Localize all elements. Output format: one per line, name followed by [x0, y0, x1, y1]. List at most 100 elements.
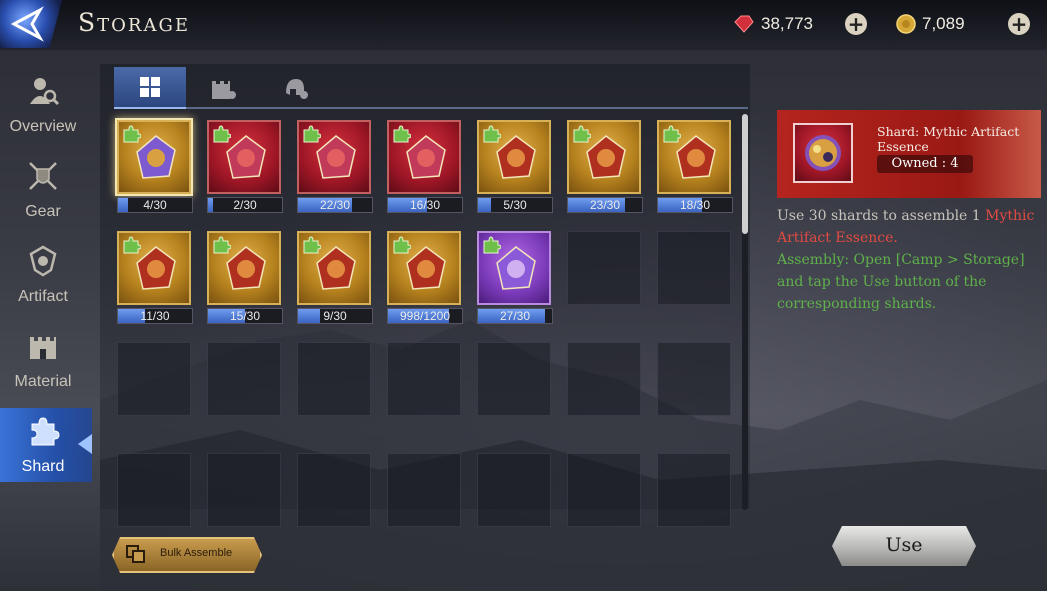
puzzle-piece-icon: [31, 417, 60, 446]
sidebar-item-label: Shard: [21, 458, 65, 475]
ruby-gem-icon: [734, 15, 754, 33]
shard-count-text: 27/30: [499, 309, 531, 323]
shard-count-bar: 18/30: [657, 197, 733, 213]
castle-icon: [30, 337, 56, 359]
shard-slot[interactable]: [297, 231, 371, 305]
category-tabs: [114, 67, 748, 109]
puzzle-badge-icon: [663, 125, 681, 143]
sidebar-item-material[interactable]: Material: [0, 323, 92, 397]
shard-slot[interactable]: [387, 120, 461, 194]
shard-count-text: 2/30: [233, 198, 257, 212]
shard-count-bar: 27/30: [477, 308, 553, 324]
shard-count-bar: 23/30: [567, 197, 643, 213]
puzzle-badge-icon: [213, 236, 231, 254]
assembly-instructions: Assembly: Open [Camp > Storage] and tap …: [777, 252, 1025, 312]
shard-count-text: 15/30: [229, 309, 261, 323]
puzzle-badge-icon: [483, 236, 501, 254]
shard-progress-fill: [118, 198, 128, 212]
empty-slot: [387, 342, 461, 416]
shard-count-bar: 16/30: [387, 197, 463, 213]
sidebar-item-label: Gear: [25, 203, 61, 220]
shard-slot[interactable]: [207, 120, 281, 194]
active-indicator-arrow: [78, 434, 92, 454]
sidebar-item-label: Artifact: [18, 288, 68, 305]
puzzle-badge-icon: [393, 125, 411, 143]
shard-slot[interactable]: [387, 231, 461, 305]
empty-slot: [657, 342, 731, 416]
shard-count-bar: 15/30: [207, 308, 283, 324]
shard-count-text: 22/30: [319, 198, 351, 212]
shard-count-bar: 11/30: [117, 308, 193, 324]
add-gems-button[interactable]: +: [845, 13, 867, 35]
shard-count-bar: 4/30: [117, 197, 193, 213]
empty-slot: [567, 231, 641, 305]
bulk-assemble-button[interactable]: Bulk Assemble: [112, 537, 262, 573]
tab-camp[interactable]: [186, 67, 258, 107]
sidebar-item-gear[interactable]: Gear: [0, 153, 92, 227]
empty-slot: [477, 342, 551, 416]
empty-slot: [657, 453, 731, 527]
shard-progress-fill: [478, 198, 491, 212]
shard-count-bar: 9/30: [297, 308, 373, 324]
sidebar-item-label: Overview: [9, 118, 77, 135]
shard-count-bar: 5/30: [477, 197, 553, 213]
puzzle-badge-icon: [213, 125, 231, 143]
empty-slot: [297, 342, 371, 416]
gold-currency: 7,089: [896, 12, 965, 36]
gold-value: 7,089: [922, 14, 965, 33]
sidebar-item-artifact[interactable]: Artifact: [0, 238, 92, 312]
copy-stack-icon: [126, 545, 146, 563]
scrollbar-thumb[interactable]: [742, 114, 748, 234]
shard-count-text: 11/30: [140, 309, 170, 323]
helmet-gear-icon: [286, 79, 308, 99]
shard-progress-fill: [298, 309, 321, 323]
crest-icon: [29, 245, 57, 277]
back-arrow-icon: [10, 6, 44, 42]
shard-slot[interactable]: [657, 120, 731, 194]
shard-slot[interactable]: [207, 231, 281, 305]
empty-slot: [657, 231, 731, 305]
search-person-icon: [30, 78, 60, 106]
shard-slot[interactable]: [477, 231, 551, 305]
use-button-label: Use: [885, 534, 923, 556]
shard-count-text: 998/1200: [399, 309, 451, 323]
shard-slot[interactable]: [477, 120, 551, 194]
puzzle-badge-icon: [393, 236, 411, 254]
sidebar-nav: Overview Gear Artifact Material Shard: [0, 68, 92, 488]
sidebar-item-overview[interactable]: Overview: [0, 68, 92, 142]
grid-icon: [140, 77, 160, 97]
empty-slot: [567, 453, 641, 527]
selected-shard-thumbnail: [793, 123, 853, 183]
page-title: Storage: [78, 8, 190, 37]
tab-hero[interactable]: [258, 67, 330, 107]
empty-slot: [117, 342, 191, 416]
shard-count-bar: 2/30: [207, 197, 283, 213]
mythic-artifact-essence-icon: [805, 135, 841, 171]
empty-slot: [477, 453, 551, 527]
use-button[interactable]: Use: [832, 526, 976, 566]
tab-all[interactable]: [114, 67, 186, 109]
puzzle-badge-icon: [303, 236, 321, 254]
shard-count-text: 5/30: [503, 198, 527, 212]
shard-slot[interactable]: [297, 120, 371, 194]
shard-slot[interactable]: [117, 120, 191, 194]
puzzle-badge-icon: [123, 125, 141, 143]
gem-value: 38,773: [761, 14, 813, 33]
add-gold-button[interactable]: +: [1008, 13, 1030, 35]
shard-count-bar: 998/1200: [387, 308, 463, 324]
shard-slot[interactable]: [567, 120, 641, 194]
empty-slot: [117, 453, 191, 527]
grid-scrollbar[interactable]: [742, 114, 748, 510]
shard-count-text: 9/30: [323, 309, 347, 323]
shard-description: Use 30 shards to assemble 1 Mythic Artif…: [777, 205, 1039, 315]
empty-slot: [297, 453, 371, 527]
gem-currency: 38,773: [733, 12, 813, 36]
owned-count: Owned : 4: [877, 155, 973, 173]
castle-gear-icon: [212, 81, 236, 99]
shard-count-text: 4/30: [143, 198, 167, 212]
sidebar-item-shard[interactable]: Shard: [0, 408, 92, 482]
empty-slot: [207, 342, 281, 416]
shard-count-bar: 22/30: [297, 197, 373, 213]
crossed-swords-shield-icon: [29, 162, 57, 190]
shard-slot[interactable]: [117, 231, 191, 305]
